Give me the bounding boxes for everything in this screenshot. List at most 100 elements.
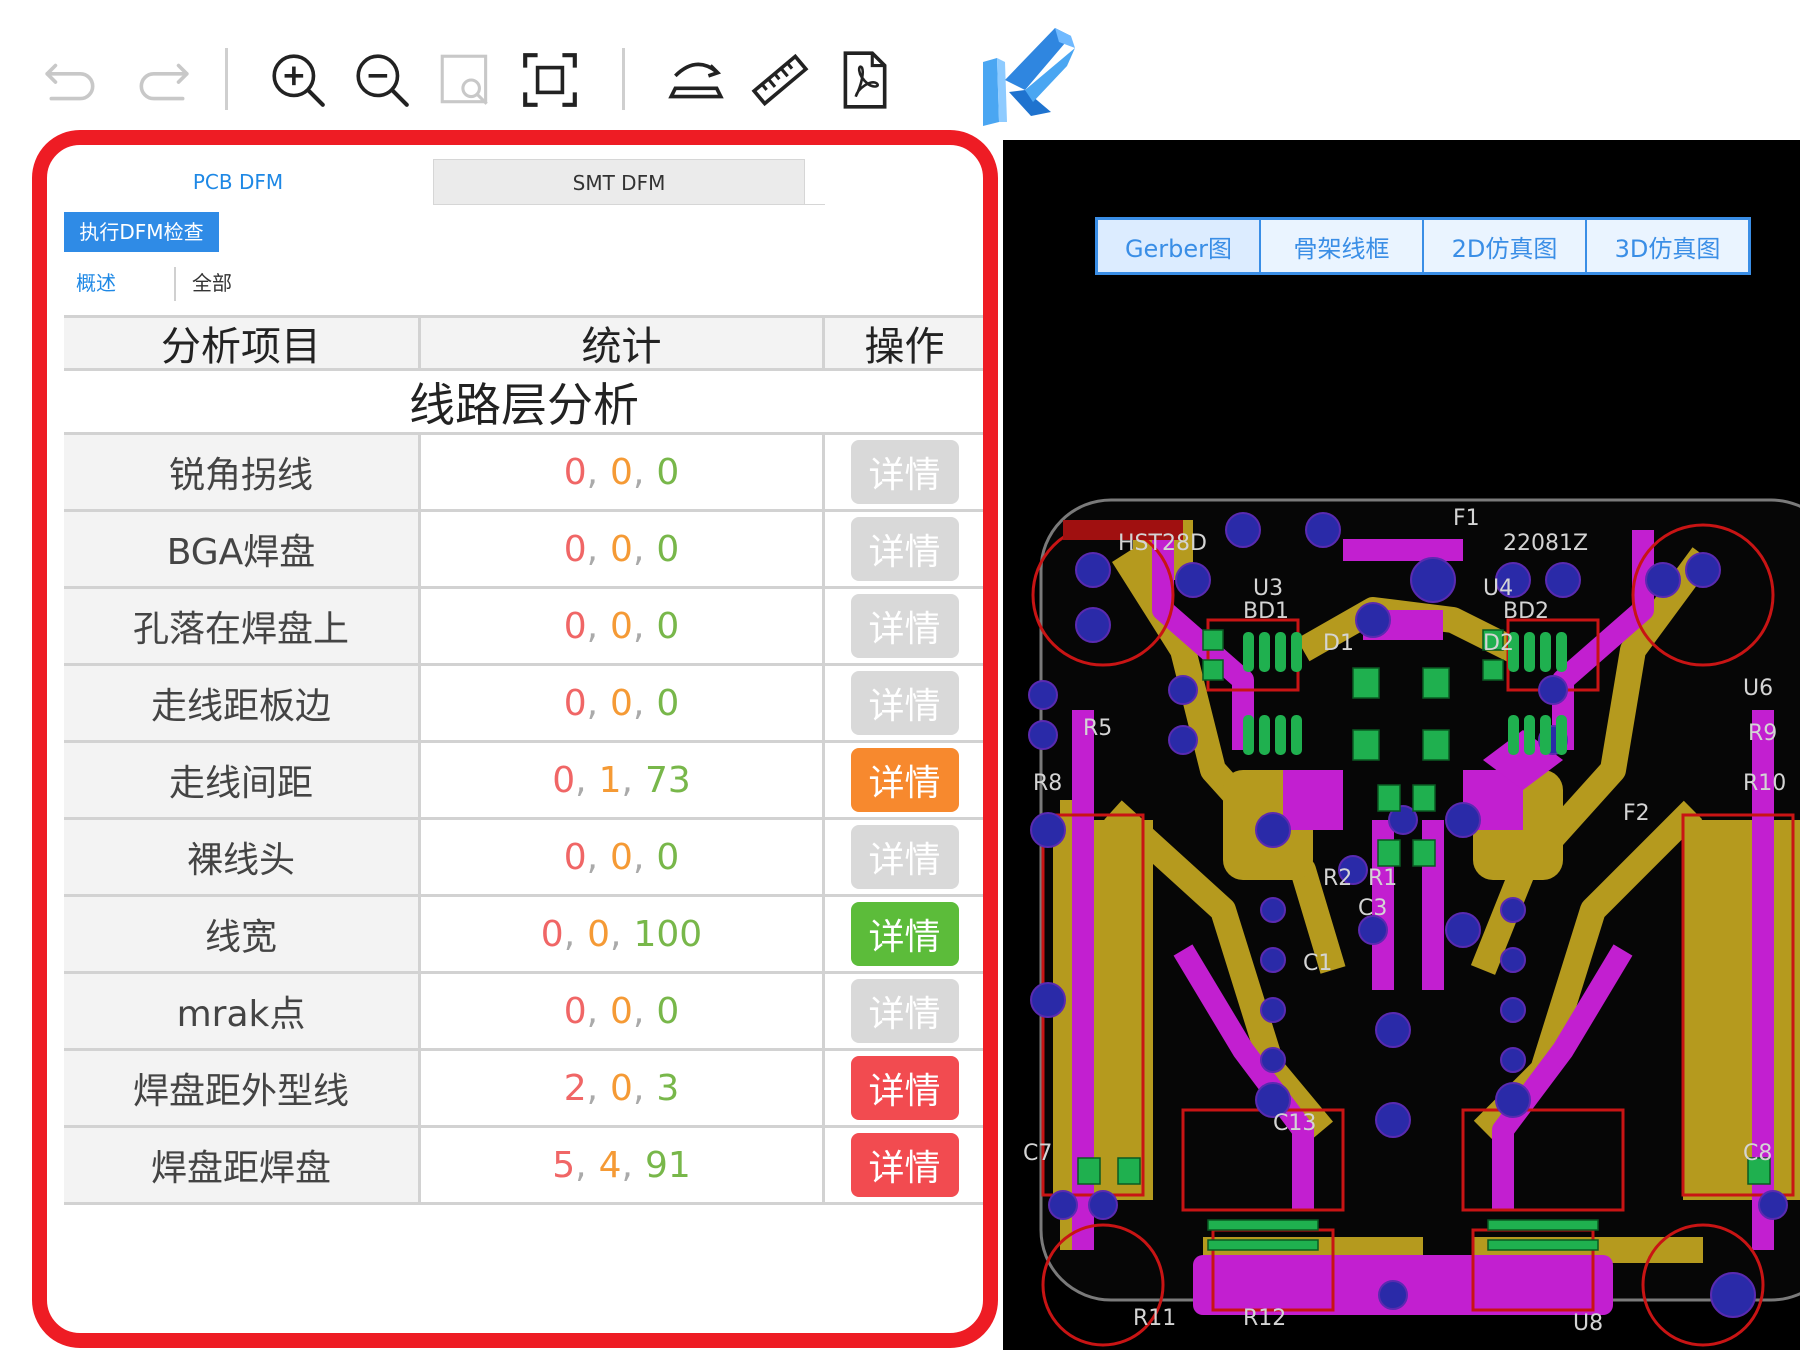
analysis-item-name: 孔落在焊盘上 — [64, 589, 421, 663]
fit-screen-icon[interactable] — [510, 40, 590, 120]
analysis-item-name: 锐角拐线 — [64, 435, 421, 509]
analysis-item-action: 详情 — [825, 1051, 983, 1125]
detail-button[interactable]: 详情 — [850, 902, 959, 966]
stat-separator: , — [586, 836, 599, 878]
stat-value: 0 — [610, 451, 633, 493]
stat-separator: , — [563, 913, 576, 955]
silkscreen-label: C13 — [1273, 1111, 1316, 1136]
zoom-out-icon[interactable] — [342, 40, 422, 120]
zoom-in-icon[interactable] — [258, 40, 338, 120]
stat-value: 0 — [563, 605, 587, 647]
analysis-item-name: 焊盘距外型线 — [64, 1051, 421, 1125]
sub-tab-all[interactable]: 全部 — [192, 263, 232, 303]
ruler-icon[interactable] — [740, 40, 820, 120]
view-mode-tabs: Gerber图 骨架线框 2D仿真图 3D仿真图 — [1095, 217, 1751, 275]
stat-value: 0 — [563, 682, 587, 724]
stat-separator: , — [632, 605, 645, 647]
header-stats: 统计 — [421, 318, 825, 370]
stat-separator: , — [610, 913, 622, 955]
analysis-item-name: 走线距板边 — [64, 666, 421, 740]
silkscreen-label: C7 — [1023, 1141, 1052, 1166]
kingdee-logo-icon — [975, 22, 1085, 127]
header-item: 分析项目 — [64, 318, 421, 370]
detail-button[interactable]: 详情 — [850, 440, 959, 504]
detail-button[interactable]: 详情 — [850, 979, 959, 1043]
run-dfm-check-button[interactable]: 执行DFM检查 — [64, 212, 219, 252]
stat-value: 100 — [633, 913, 703, 955]
tab-3d-sim[interactable]: 3D仿真图 — [1587, 220, 1748, 272]
analysis-item-action: 详情 — [825, 589, 983, 663]
toolbar-separator — [622, 48, 625, 110]
sub-tab-overview[interactable]: 概述 — [76, 263, 116, 303]
analysis-item-stats: 0,0,0 — [421, 820, 825, 894]
stat-value: 2 — [563, 1067, 587, 1109]
stat-value: 0 — [540, 913, 564, 955]
stat-separator: , — [586, 451, 599, 493]
table-row: 锐角拐线 0, 0, 0 详情 — [64, 435, 983, 512]
analysis-item-stats: 0,0,0 — [421, 589, 825, 663]
analysis-item-action: 详情 — [825, 820, 983, 894]
stat-separator: , — [632, 836, 645, 878]
analysis-item-action: 详情 — [825, 512, 983, 586]
stat-value: 0 — [656, 836, 680, 878]
pcb-board-render[interactable]: HST28D 22081Z F1 U3 U4 BD1 BD2 D1 D2 U6 R5 R8 R9 R10 R… — [1003, 350, 1800, 1350]
sub-tab-divider — [174, 267, 176, 301]
table-header: 分析项目 统计 操作 — [64, 315, 983, 371]
silkscreen-label: R10 — [1743, 771, 1786, 796]
silkscreen-label: C8 — [1743, 1141, 1772, 1166]
tab-pcb-dfm[interactable]: PCB DFM — [63, 159, 413, 205]
undo-icon[interactable] — [32, 40, 112, 120]
stat-separator: , — [586, 605, 599, 647]
detail-button[interactable]: 详情 — [850, 825, 959, 889]
silkscreen-label: U6 — [1743, 676, 1773, 701]
stat-separator: , — [575, 759, 587, 801]
redo-icon[interactable] — [122, 40, 202, 120]
pdf-export-icon[interactable] — [824, 40, 904, 120]
stat-value: 0 — [563, 990, 587, 1032]
analysis-item-name: 裸线头 — [64, 820, 421, 894]
silkscreen-label: R11 — [1133, 1306, 1176, 1331]
analysis-item-name: 线宽 — [64, 897, 421, 971]
section-title: 线路层分析 — [64, 371, 983, 435]
silkscreen-label: R9 — [1748, 721, 1777, 746]
stat-value: 0 — [563, 451, 587, 493]
tab-skeleton[interactable]: 骨架线框 — [1261, 220, 1424, 272]
analysis-item-name: mrak点 — [64, 974, 421, 1048]
table-row: BGA焊盘 0, 0, 0 详情 — [64, 512, 983, 589]
stat-value: 0 — [656, 605, 680, 647]
detail-button[interactable]: 详情 — [850, 1133, 959, 1197]
stat-separator: , — [586, 990, 599, 1032]
stat-separator: , — [586, 528, 599, 570]
analysis-item-name: BGA焊盘 — [64, 512, 421, 586]
detail-button[interactable]: 详情 — [850, 748, 959, 812]
analysis-item-name: 走线间距 — [64, 743, 421, 817]
analysis-item-action: 详情 — [825, 1128, 983, 1202]
stat-value: 0 — [610, 528, 633, 570]
silkscreen-label: C3 — [1358, 896, 1387, 921]
sub-tabs: 概述 全部 — [64, 263, 983, 303]
toolbar-separator — [225, 48, 228, 110]
toolbar — [0, 0, 1800, 140]
gerber-viewer[interactable]: Gerber图 骨架线框 2D仿真图 3D仿真图 HST28D 22081Z F… — [1003, 140, 1800, 1350]
detail-button[interactable]: 详情 — [850, 1056, 959, 1120]
stat-value: 91 — [644, 1144, 691, 1186]
table-row: 走线距板边 0, 0, 0 详情 — [64, 666, 983, 743]
stat-value: 0 — [656, 682, 680, 724]
detail-button[interactable]: 详情 — [850, 594, 959, 658]
zoom-window-icon[interactable] — [426, 40, 506, 120]
tab-smt-dfm[interactable]: SMT DFM — [433, 159, 805, 205]
stat-separator: , — [621, 759, 633, 801]
analysis-item-action: 详情 — [825, 974, 983, 1048]
analysis-item-stats: 0, 0, 100 — [421, 897, 825, 971]
silkscreen-label: R12 — [1243, 1306, 1286, 1331]
stat-separator: , — [632, 1067, 645, 1109]
analysis-item-stats: 0,0,0 — [421, 666, 825, 740]
tab-2d-sim[interactable]: 2D仿真图 — [1424, 220, 1587, 272]
analysis-item-name: 焊盘距焊盘 — [64, 1128, 421, 1202]
tab-gerber[interactable]: Gerber图 — [1098, 220, 1261, 272]
analysis-item-action: 详情 — [825, 897, 983, 971]
flip-board-icon[interactable] — [656, 40, 736, 120]
detail-button[interactable]: 详情 — [850, 671, 959, 735]
detail-button[interactable]: 详情 — [850, 517, 959, 581]
stat-separator: , — [586, 682, 599, 724]
